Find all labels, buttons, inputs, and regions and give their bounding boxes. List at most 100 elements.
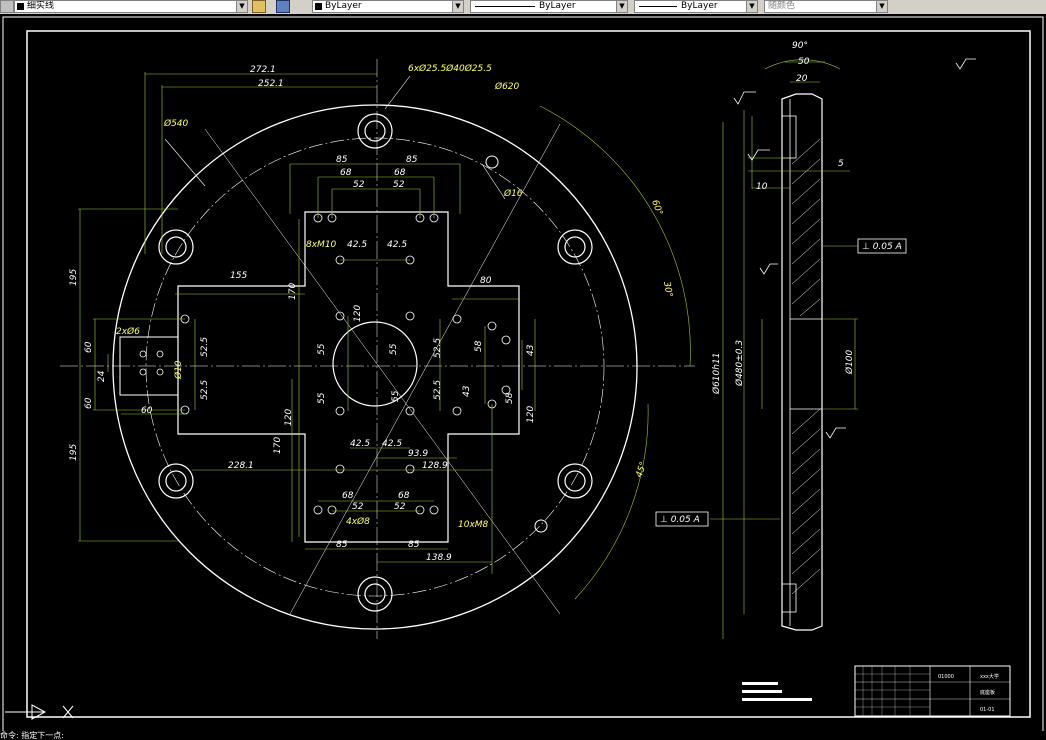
outer-circle-o620	[112, 104, 638, 630]
dim-text: 120	[353, 305, 363, 322]
dim-text: 20	[796, 74, 808, 84]
part-name-text: 底座板	[980, 689, 995, 696]
dim-text: 252.1	[258, 79, 284, 89]
chevron-down-icon: ▼	[452, 1, 463, 12]
properties-toolbar: 细实线 ▼ ByLayer ▼ ByLayer ▼ ByLayer ▼ 随颜色 …	[0, 0, 1046, 15]
dim-text: 52	[352, 502, 364, 512]
dim-text: 10xM8	[458, 520, 489, 530]
chevron-down-icon: ▼	[876, 1, 887, 12]
central-bore	[332, 321, 418, 407]
layer-dropdown[interactable]: 细实线 ▼	[14, 0, 248, 13]
tolerance-text: ⊥ 0.05 A	[862, 242, 902, 252]
dim-text: 138.9	[426, 553, 452, 563]
drawing-canvas[interactable]: 272.1 252.1 6xØ25.5Ø40Ø25.5 Ø620 Ø540 85…	[0, 14, 1046, 740]
dim-text: 128.9	[422, 461, 448, 471]
color-value: ByLayer	[325, 1, 362, 11]
plotstyle-dropdown[interactable]: 随颜色 ▼	[764, 0, 888, 13]
lineweight-dropdown[interactable]: ByLayer ▼	[634, 0, 758, 13]
dim-text: 42.5	[347, 240, 367, 250]
dim-text: 85	[406, 155, 418, 165]
dim-text: 52.5	[200, 337, 210, 357]
dim-text: 85	[408, 540, 420, 550]
layer-color-swatch	[17, 3, 24, 10]
dim-text: Ø480±0.3	[734, 340, 745, 387]
linetype-value: ByLayer	[539, 1, 576, 11]
dim-text: 60	[141, 406, 153, 416]
dim-text: 5	[838, 159, 844, 169]
linetype-dropdown[interactable]: ByLayer ▼	[470, 0, 628, 13]
dim-text: 6xØ25.5Ø40Ø25.5	[408, 63, 492, 74]
scale-text: 01000	[938, 674, 954, 680]
dim-text: 60	[84, 341, 94, 353]
layer-previous-icon[interactable]	[252, 0, 266, 13]
small-holes	[139, 213, 511, 515]
dowel-hole-top	[485, 155, 499, 169]
dim-text: 170	[288, 283, 298, 300]
dim-text: 45°	[634, 461, 649, 479]
dim-text: 68	[398, 491, 410, 501]
plotstyle-value: 随颜色	[768, 1, 796, 11]
dowel-hole-bottom	[534, 519, 548, 533]
dim-text: 2xØ6	[116, 326, 140, 337]
dim-text: 52.5	[433, 380, 443, 400]
color-dropdown[interactable]: ByLayer ▼	[312, 0, 464, 13]
counterbore-holes	[781, 115, 797, 613]
section-hatching	[791, 138, 821, 595]
chevron-down-icon: ▼	[616, 1, 627, 12]
dim-text: 55	[391, 390, 401, 402]
large-holes	[158, 113, 593, 612]
dim-text: 52	[393, 180, 405, 190]
title-block: 01000 xxx大学 底座板 01-01	[742, 665, 1011, 717]
diagonal-centerline	[204, 128, 561, 615]
dim-text: 42.5	[382, 439, 402, 449]
dim-text: 80	[480, 276, 492, 286]
dim-text: 93.9	[408, 449, 428, 459]
command-line[interactable]: 命令: 指定下一点:	[0, 731, 1046, 740]
dim-text: Ø610h11	[711, 353, 722, 395]
dim-text: 24	[97, 370, 107, 382]
leader-o16	[481, 163, 506, 200]
command-text: 命令: 指定下一点:	[0, 731, 64, 740]
dim-text: 8xM10	[306, 240, 337, 250]
dim-text: 90°	[792, 41, 808, 51]
dim-text: 120	[526, 406, 536, 423]
dim-text: 68	[340, 168, 352, 178]
dim-text: 68	[342, 491, 354, 501]
dim-text: 30°	[661, 281, 674, 298]
layer-state-icon[interactable]	[0, 0, 14, 13]
chevron-down-icon: ▼	[746, 1, 757, 12]
lineweight-value: ByLayer	[681, 1, 718, 11]
dim-text: 155	[230, 271, 247, 281]
dim-text: 60°	[649, 199, 664, 217]
dim-text: 228.1	[228, 461, 254, 471]
dim-text: Ø540	[163, 118, 189, 129]
school-text: xxx大学	[980, 673, 999, 680]
side-profile-outline	[781, 93, 823, 631]
dim-text: 42.5	[350, 439, 370, 449]
dim-text: 195	[69, 444, 79, 461]
color-swatch	[315, 3, 322, 10]
dim-text: Ø16	[503, 188, 523, 199]
dim-text: 195	[69, 269, 79, 286]
dimension-lines	[78, 72, 724, 639]
dim-text: 52	[394, 502, 406, 512]
title-block-grid	[855, 666, 930, 716]
dim-text: Ø10	[173, 360, 184, 380]
side-dimension-lines	[710, 110, 858, 614]
layer-manager-icon[interactable]	[276, 0, 290, 13]
dim-text: 55	[317, 392, 327, 404]
dim-text: 85	[336, 540, 348, 550]
leader-o540	[164, 138, 206, 187]
dim-text: 68	[394, 168, 406, 178]
dim-text: 272.1	[250, 65, 276, 75]
dim-text: Ø100	[844, 349, 855, 375]
dim-text: 52	[353, 180, 365, 190]
layer-name: 细实线	[27, 1, 55, 11]
dim-text: 58	[505, 392, 515, 404]
dim-text: 60	[84, 397, 94, 409]
dim-text: 58	[474, 340, 484, 352]
dim-text: 50	[798, 57, 810, 67]
dim-text: 43	[526, 344, 536, 356]
tolerance-text: ⊥ 0.05 A	[660, 515, 700, 525]
dim-text: 52.5	[433, 338, 443, 358]
